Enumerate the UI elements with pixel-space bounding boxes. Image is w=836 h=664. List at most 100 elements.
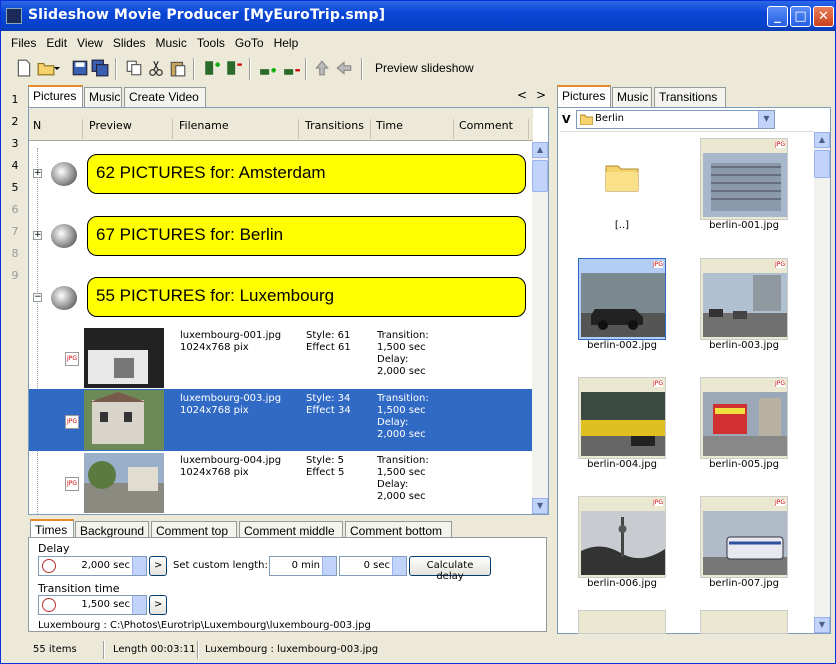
calculate-delay-button[interactable]: Calculate delay xyxy=(409,556,491,582)
folder-icon xyxy=(605,165,639,192)
copy-icon[interactable] xyxy=(125,59,143,77)
photo-thumbnail xyxy=(581,511,665,575)
move-left-icon[interactable] xyxy=(335,59,353,77)
menu-files[interactable]: Files xyxy=(5,32,40,50)
photo-thumbnail xyxy=(581,273,665,337)
menu-edit[interactable]: Edit xyxy=(40,32,71,50)
menu-bar: Files Edit View Slides Music Tools GoTo Help xyxy=(5,32,831,54)
custom-length-label: Set custom length: xyxy=(173,560,268,571)
gallery-item[interactable]: JPG berlin-004.jpg xyxy=(576,373,668,473)
app-icon xyxy=(6,8,22,24)
right-tab-strip: Pictures Music Transitions xyxy=(557,85,831,107)
expand-toggle[interactable]: + xyxy=(33,169,42,178)
new-file-icon[interactable] xyxy=(15,59,33,77)
scroll-thumb[interactable] xyxy=(814,150,830,178)
slide-list-scrollbar[interactable]: ▲ ▼ xyxy=(532,142,548,514)
folder-dropdown[interactable]: Berlin ▼ xyxy=(576,110,775,129)
column-header-n[interactable]: N xyxy=(33,119,83,139)
remove-item-icon[interactable] xyxy=(283,59,301,77)
seconds-spinner[interactable]: 0 sec xyxy=(339,556,407,576)
scroll-up-arrow[interactable]: ▲ xyxy=(532,142,548,158)
tab-transitions-browser[interactable]: Transitions xyxy=(654,87,726,107)
collapse-toggle[interactable]: − xyxy=(33,293,42,302)
gallery-item[interactable]: JPG berlin-005.jpg xyxy=(698,373,790,473)
group-amsterdam[interactable]: 62 PICTURES for: Amsterdam xyxy=(87,154,526,194)
slide-list[interactable]: N Preview Filename Transitions Time Comm… xyxy=(28,107,549,515)
menu-help[interactable]: Help xyxy=(268,32,303,50)
delay-apply-button[interactable]: > xyxy=(149,556,167,576)
preview-slideshow-button[interactable]: Preview slideshow xyxy=(369,58,480,80)
tab-pictures[interactable]: Pictures xyxy=(28,85,83,107)
menu-music[interactable]: Music xyxy=(150,32,191,50)
column-header-preview[interactable]: Preview xyxy=(89,119,173,139)
gallery-item[interactable]: JPG berlin-006.jpg xyxy=(576,492,668,592)
tab-prev-arrow[interactable]: < xyxy=(517,88,527,102)
menu-view[interactable]: View xyxy=(71,32,107,50)
minutes-spinner[interactable]: 0 min xyxy=(269,556,337,576)
open-dropdown-icon[interactable] xyxy=(53,59,61,77)
scroll-down-arrow[interactable]: ▼ xyxy=(814,617,830,633)
tab-pictures-browser[interactable]: Pictures xyxy=(557,85,611,107)
title-bar[interactable]: Slideshow Movie Producer [MyEuroTrip.smp… xyxy=(1,1,835,31)
expand-toggle[interactable]: + xyxy=(33,231,42,240)
picture-row[interactable]: JPG luxembourg-001.jpg 1024x768 pix Styl… xyxy=(29,326,533,388)
transition-time-spinner[interactable]: 1,500 sec xyxy=(38,595,147,615)
scroll-up-arrow[interactable]: ▲ xyxy=(814,132,830,148)
column-header-comment[interactable]: Comment xyxy=(459,119,529,139)
group-berlin[interactable]: 67 PICTURES for: Berlin xyxy=(87,216,526,256)
group-luxembourg[interactable]: 55 PICTURES for: Luxembourg xyxy=(87,277,526,317)
gallery-item[interactable]: JPG berlin-001.jpg xyxy=(698,134,790,234)
remove-slide-icon[interactable] xyxy=(225,59,243,77)
gallery-item[interactable]: JPG berlin-007.jpg xyxy=(698,492,790,592)
drive-letter[interactable]: V xyxy=(562,113,571,126)
gallery-label: berlin-001.jpg xyxy=(709,220,779,231)
scroll-thumb[interactable] xyxy=(532,160,548,192)
delay-label: Delay xyxy=(38,542,70,555)
picture-browser-scrollbar[interactable]: ▲ ▼ xyxy=(814,132,830,633)
row-number: 4 xyxy=(11,159,19,172)
folder-icon xyxy=(580,114,593,125)
add-item-icon[interactable] xyxy=(259,59,277,77)
picture-row-selected[interactable]: JPG luxembourg-003.jpg 1024x768 pix Styl… xyxy=(29,389,533,451)
delay-spinner[interactable]: 2,000 sec xyxy=(38,556,147,576)
spinner-arrows[interactable] xyxy=(132,596,146,614)
picture-browser[interactable]: V [..] JPG berlin-001.jpg JPG berlin-002… xyxy=(557,107,831,634)
gallery-item-selected[interactable]: JPG berlin-002.jpg xyxy=(576,254,668,354)
cut-icon[interactable] xyxy=(147,59,165,77)
gallery-item-partial[interactable] xyxy=(700,610,788,634)
menu-tools[interactable]: Tools xyxy=(191,32,229,50)
tab-create-video[interactable]: Create Video xyxy=(124,87,206,107)
spinner-arrows[interactable] xyxy=(392,557,406,575)
spinner-arrows[interactable] xyxy=(322,557,336,575)
picture-row[interactable]: JPG luxembourg-004.jpg 1024x768 pix Styl… xyxy=(29,451,533,513)
column-header-transitions[interactable]: Transitions xyxy=(305,119,371,139)
move-up-icon[interactable] xyxy=(313,59,331,77)
chevron-down-icon[interactable]: ▼ xyxy=(758,111,774,128)
add-slide-icon[interactable] xyxy=(203,59,221,77)
column-header-time[interactable]: Time xyxy=(376,119,454,139)
spinner-arrows[interactable] xyxy=(132,557,146,575)
tab-next-arrow[interactable]: > xyxy=(536,88,546,102)
tab-music[interactable]: Music xyxy=(84,87,122,107)
file-path-text: Luxembourg : C:\Photos\Eurotrip\Luxembou… xyxy=(38,620,371,631)
maximize-button[interactable]: □ xyxy=(790,6,811,27)
gallery-item-parent-folder[interactable]: [..] xyxy=(576,134,668,234)
menu-slides[interactable]: Slides xyxy=(107,32,150,50)
scroll-down-arrow[interactable]: ▼ xyxy=(532,498,548,514)
close-button[interactable]: ✕ xyxy=(813,6,834,27)
tab-music-browser[interactable]: Music xyxy=(612,87,652,107)
status-item-count: 55 items xyxy=(33,644,77,655)
column-header-filename[interactable]: Filename xyxy=(179,119,299,139)
transition-apply-button[interactable]: > xyxy=(149,595,167,615)
paste-icon[interactable] xyxy=(169,59,187,77)
photo-thumbnail xyxy=(703,392,787,456)
gallery-item[interactable]: JPG berlin-003.jpg xyxy=(698,254,790,354)
jpg-badge: JPG xyxy=(774,499,785,506)
save-all-icon[interactable] xyxy=(91,59,109,77)
gallery-item-partial[interactable] xyxy=(578,610,666,634)
minimize-button[interactable]: _ xyxy=(767,6,788,27)
menu-goto[interactable]: GoTo xyxy=(229,32,268,50)
save-icon[interactable] xyxy=(71,59,89,77)
jpg-file-icon: JPG xyxy=(65,477,79,491)
jpg-file-icon: JPG xyxy=(65,415,79,429)
